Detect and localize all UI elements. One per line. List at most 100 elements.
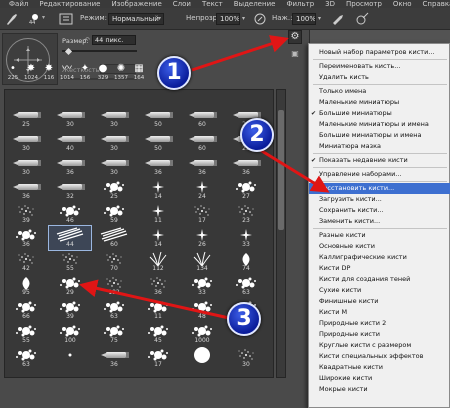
brush-preset[interactable]: 44 <box>48 225 92 251</box>
brush-preset[interactable]: 63 <box>5 346 47 370</box>
brush-preset[interactable]: 26 <box>181 226 223 250</box>
menu-item[interactable]: Основные кисти <box>309 241 450 252</box>
panel-menu-gear-icon[interactable]: ⚙ <box>288 30 302 44</box>
chevron-down-icon[interactable]: ▾ <box>318 15 321 22</box>
recent-brush[interactable]: ✦ 156 <box>76 63 94 83</box>
menu-item[interactable]: Загрузить кисти... <box>309 194 450 205</box>
brush-preset[interactable]: 36 <box>5 178 47 202</box>
menu-item[interactable]: Широкие кисти <box>309 373 450 384</box>
brush-preset[interactable]: 39 <box>5 202 47 226</box>
brush-preset[interactable]: 27 <box>225 178 267 202</box>
brush-preset[interactable]: 60 <box>93 226 135 250</box>
brush-preset[interactable] <box>137 90 179 106</box>
brush-preset[interactable]: 39 <box>49 298 91 322</box>
brush-preset[interactable]: 55 <box>49 250 91 274</box>
brush-preset[interactable]: 74 <box>225 250 267 274</box>
menu-item[interactable]: Удалить кисть <box>309 72 450 83</box>
menubar-item[interactable]: 3D <box>325 0 335 8</box>
recent-brush[interactable]: ✸ 1024 <box>22 63 40 83</box>
brush-preset[interactable]: 14 <box>137 226 179 250</box>
brush-preset[interactable]: 33 <box>225 226 267 250</box>
mode-select[interactable]: Нормальный ▾ <box>108 13 164 25</box>
menubar-item[interactable]: Фильтр <box>286 0 314 8</box>
menu-item[interactable]: Кисти специальных эффектов <box>309 351 450 362</box>
brush-preset[interactable]: 66 <box>5 298 47 322</box>
menubar-item[interactable]: Просмотр <box>346 0 382 8</box>
brush-preset[interactable]: 36 <box>181 154 223 178</box>
brush-preset[interactable]: 24 <box>181 178 223 202</box>
brush-preset[interactable]: 70 <box>93 250 135 274</box>
brush-preset[interactable]: 63 <box>93 298 135 322</box>
brush-preset[interactable]: 11 <box>137 298 179 322</box>
brush-preset[interactable]: 100 <box>49 322 91 346</box>
menu-item[interactable]: Переименовать кисть... <box>309 61 450 72</box>
menubar-item[interactable]: Слои <box>173 0 191 8</box>
flow-field[interactable]: 100% <box>292 13 316 25</box>
brush-preset[interactable]: 134 <box>181 250 223 274</box>
brush-preset[interactable] <box>49 346 91 370</box>
brush-preset[interactable] <box>225 90 267 106</box>
brush-preset[interactable]: 30 <box>5 154 47 178</box>
menu-item[interactable]: Кисти DP <box>309 263 450 274</box>
menubar-item[interactable]: Файл <box>9 0 28 8</box>
brush-preset[interactable]: 36 <box>93 346 135 370</box>
brush-preset[interactable]: 46 <box>49 202 91 226</box>
menu-item[interactable]: Мокрые кисти <box>309 384 450 395</box>
menu-item[interactable]: Показать недавние кисти <box>309 155 450 166</box>
menu-item[interactable]: Новый набор параметров кисти... <box>309 47 450 58</box>
brush-preset[interactable]: 40 <box>49 130 91 154</box>
reset-size-icon[interactable]: ↶ <box>84 36 90 44</box>
menu-item[interactable]: Миниатюра мазка <box>309 141 450 152</box>
menu-item[interactable]: Маленькие миниатюры и имена <box>309 119 450 130</box>
brush-preset[interactable]: 30 <box>49 106 91 130</box>
menu-item[interactable]: Управление наборами... <box>309 169 450 180</box>
brush-preset[interactable]: 14 <box>137 178 179 202</box>
menu-item[interactable]: Сохранить кисти... <box>309 205 450 216</box>
menubar-item[interactable]: Текст <box>202 0 223 8</box>
menubar-item[interactable]: Справка <box>423 0 450 8</box>
brush-preset[interactable]: 45 <box>137 322 179 346</box>
brush-preset[interactable]: 36 <box>137 154 179 178</box>
brush-tool-icon[interactable] <box>4 11 20 27</box>
brush-grid-scrollbar[interactable] <box>276 89 286 378</box>
brush-preset[interactable]: 75 <box>93 322 135 346</box>
menubar-item[interactable]: Редактирование <box>39 0 100 8</box>
menu-item[interactable]: Круглые кисти с размером <box>309 340 450 351</box>
size-pressure-icon[interactable] <box>354 11 370 27</box>
brush-preset[interactable]: 30 <box>5 130 47 154</box>
brush-preset[interactable]: 25 <box>5 106 47 130</box>
brush-preset[interactable]: 25 <box>93 178 135 202</box>
brush-preset[interactable]: 95 <box>5 274 47 298</box>
brush-preset[interactable]: 33 <box>181 274 223 298</box>
menubar-item[interactable]: Окно <box>393 0 412 8</box>
recent-brush[interactable]: ● 329 <box>94 63 112 83</box>
brush-preset[interactable] <box>49 90 91 106</box>
brush-preset[interactable]: 36 <box>225 154 267 178</box>
menu-item[interactable]: Финишные кисти <box>309 296 450 307</box>
recent-brush[interactable]: ✸ 116 <box>40 63 58 83</box>
opacity-field[interactable]: 100% <box>216 13 240 25</box>
brush-preset[interactable]: 1000 <box>181 322 223 346</box>
airbrush-icon[interactable] <box>330 11 346 27</box>
new-preset-icon[interactable]: ▣ <box>290 49 300 59</box>
brush-preset[interactable]: 36 <box>49 154 91 178</box>
brush-preset[interactable]: 50 <box>137 106 179 130</box>
brush-preset[interactable]: 192 <box>93 274 135 298</box>
brush-preset-picker[interactable]: 44 ▾ <box>28 11 50 27</box>
brush-preset[interactable] <box>93 90 135 106</box>
menu-item[interactable]: Квадратные кисти <box>309 362 450 373</box>
brush-preset[interactable]: 30 <box>93 154 135 178</box>
scrollbar-thumb[interactable] <box>278 110 284 230</box>
brush-preset[interactable]: 50 <box>137 130 179 154</box>
brush-preset[interactable]: 30 <box>93 130 135 154</box>
brush-preset[interactable] <box>181 346 223 370</box>
brush-preset[interactable]: 30 <box>225 346 267 370</box>
brush-preset[interactable]: 11 <box>137 202 179 226</box>
brush-preset[interactable]: 17 <box>137 346 179 370</box>
brush-preset[interactable]: 63 <box>225 274 267 298</box>
brush-preset[interactable]: 30 <box>93 106 135 130</box>
recent-brush[interactable]: 〰 1014 <box>58 63 76 83</box>
size-slider[interactable] <box>62 50 137 52</box>
menubar-item[interactable]: Изображение <box>111 0 161 8</box>
menu-item[interactable]: Кисти M <box>309 307 450 318</box>
